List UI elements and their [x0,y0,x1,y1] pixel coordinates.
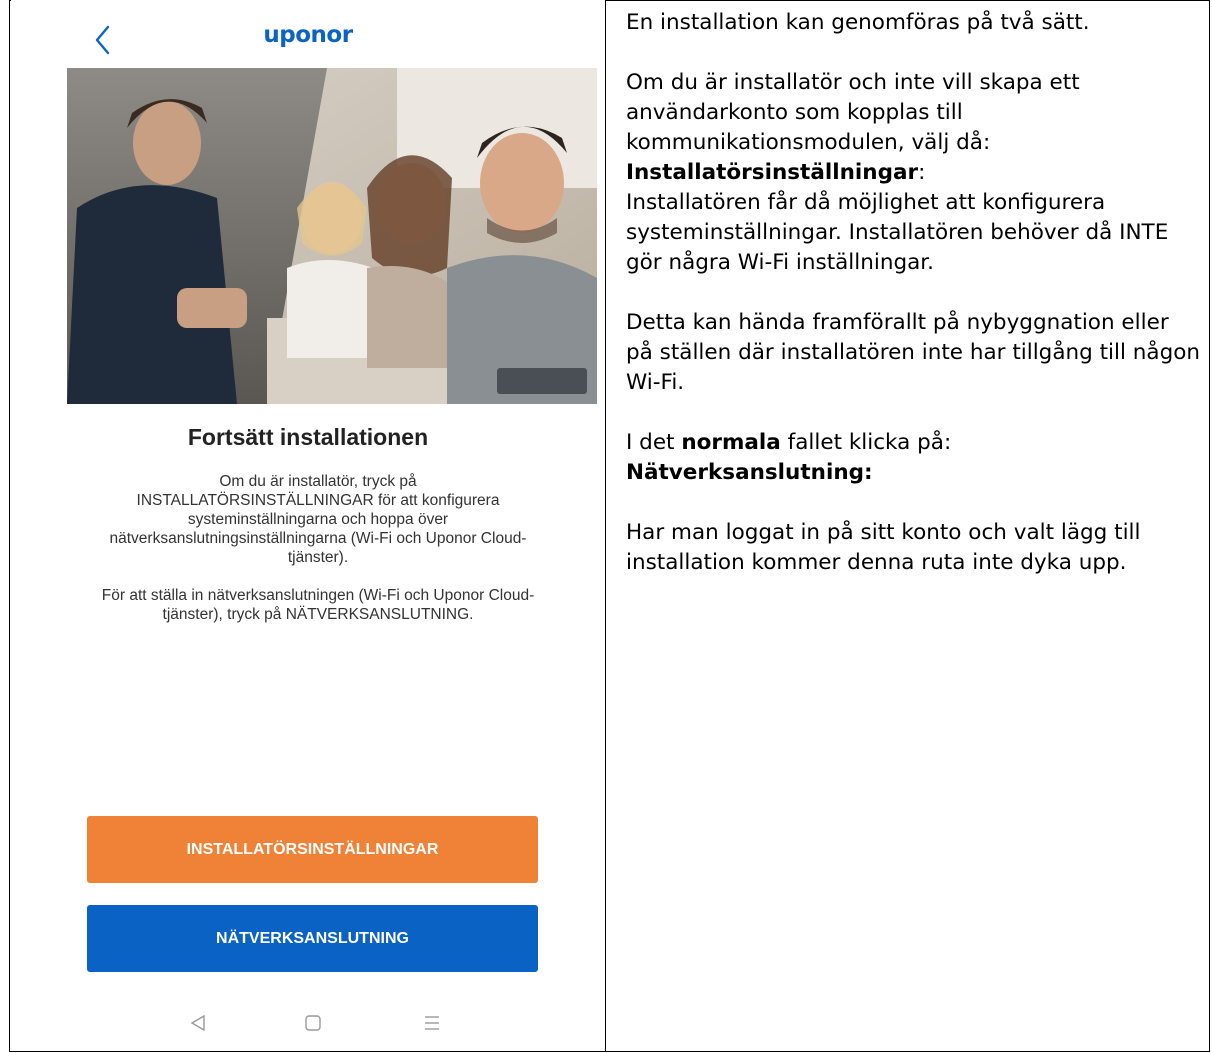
note-installer-colon: : [918,160,926,185]
back-triangle-icon[interactable] [188,1014,208,1037]
installer-settings-button[interactable]: INSTALLATÖRSINSTÄLLNINGAR [87,816,538,883]
hero-image [67,68,597,404]
note-normal-block: I det normala fallet klicka på: Nätverks… [626,428,1201,488]
note-installer-bold: Installatörsinställningar [626,160,919,185]
note-intro: En installation kan genomföras på två sä… [626,10,1090,35]
column-divider [605,0,606,1052]
network-connection-button[interactable]: NÄTVERKSANSLUTNING [87,905,538,972]
android-nav-bar [11,1008,605,1038]
screen-description: Om du är installatör, tryck på INSTALLAT… [101,472,535,643]
note-normal-bold: normala [681,430,781,455]
note-logged-in: Har man loggat in på sitt konto och valt… [626,520,1141,575]
description-paragraph-2: För att ställa in nätverksanslutningen (… [101,587,535,623]
instructions-text: En installation kan genomföras på två sä… [626,8,1201,608]
note-installer-detail: Installatören får då möjlighet att konfi… [626,190,1169,275]
phone-screenshot: uponor Fortsätt installationen Om du är … [11,0,605,1051]
note-installer-heading: Installatörsinställningar: [626,158,1201,188]
note-new-build: Detta kan hända framförallt på nybyggnat… [626,310,1201,395]
note-normal-line: I det normala fallet klicka på: [626,428,1201,458]
uponor-logo: uponor [263,22,353,48]
note-normal-pre: I det [626,430,682,455]
note-installer-desc: Om du är installatör och inte vill skapa… [626,70,1080,155]
note-normal-post: fallet klicka på: [780,430,952,455]
menu-lines-icon[interactable] [423,1014,441,1037]
note-network-heading: Nätverksanslutning: [626,460,873,485]
description-paragraph-1: Om du är installatör, tryck på INSTALLAT… [109,473,527,566]
screen-title: Fortsätt installationen [187,424,429,450]
home-square-icon[interactable] [304,1014,322,1037]
note-installer-block: Om du är installatör och inte vill skapa… [626,68,1201,278]
